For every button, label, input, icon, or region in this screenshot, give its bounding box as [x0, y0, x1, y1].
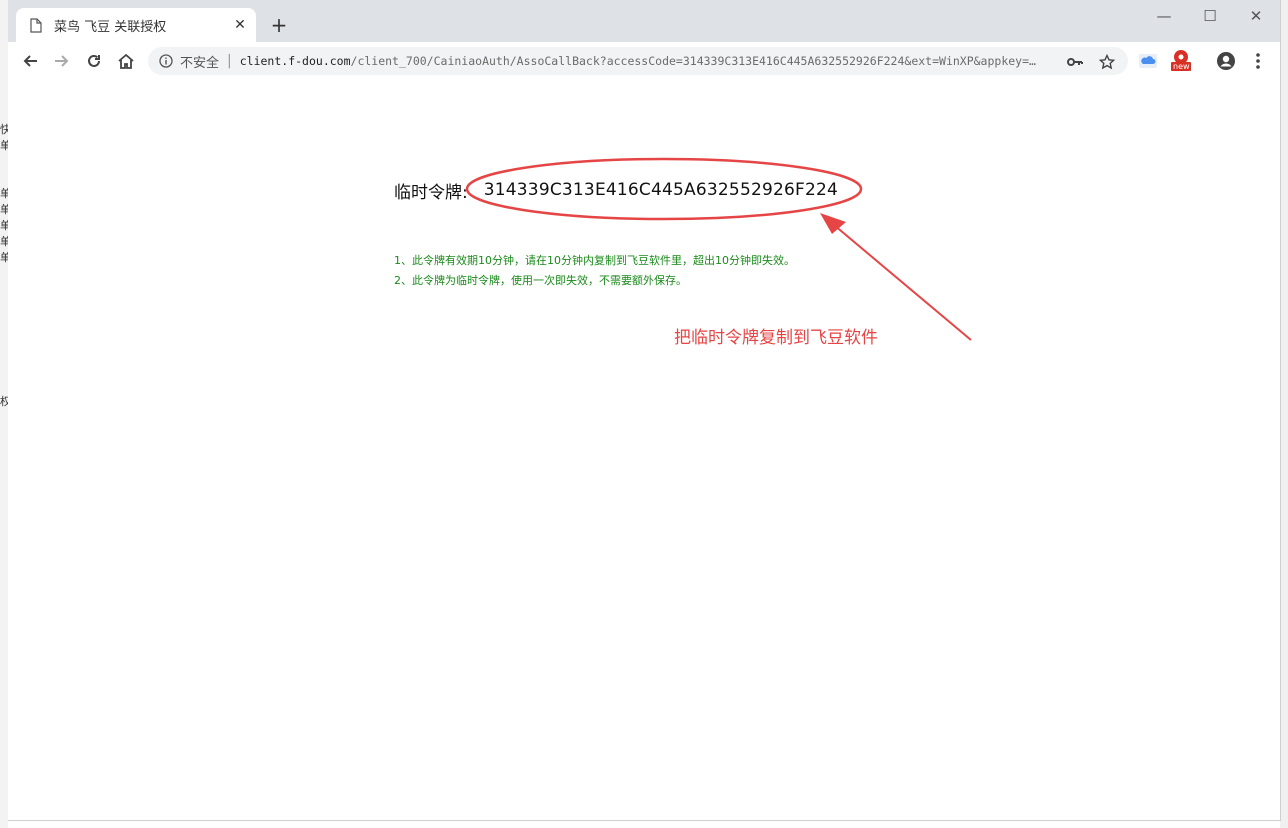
- background-window-right: [1280, 0, 1288, 828]
- close-window-button[interactable]: ✕: [1234, 4, 1278, 28]
- home-icon: [118, 53, 134, 69]
- annotation-arrow-line: [833, 224, 972, 341]
- url-path: /client_700/CainiaoAuth/AssoCallBack?acc…: [350, 54, 1036, 68]
- profile-avatar-icon[interactable]: [1214, 49, 1238, 73]
- extension-badge: new: [1173, 62, 1190, 71]
- forward-button[interactable]: [50, 49, 74, 73]
- back-icon: [23, 55, 37, 67]
- browser-window: 菜鸟 飞豆 关联授权 ✕ + — ☐ ✕ 不安全 | client.f-dou.…: [8, 0, 1281, 821]
- separator: |: [227, 53, 232, 69]
- new-tab-button[interactable]: +: [266, 12, 292, 38]
- back-button[interactable]: [18, 49, 42, 73]
- home-button[interactable]: [114, 49, 138, 73]
- menu-kebab-icon[interactable]: [1246, 49, 1270, 73]
- info-icon[interactable]: [158, 53, 174, 69]
- url-host: client.f-dou.com: [239, 54, 351, 68]
- minimize-button[interactable]: —: [1142, 4, 1186, 28]
- tab-close-icon[interactable]: ✕: [228, 17, 252, 33]
- reload-icon: [88, 54, 100, 67]
- annotation-overlay: [465, 157, 972, 341]
- tab-strip: 菜鸟 飞豆 关联授权 ✕ + — ☐ ✕: [8, 0, 1280, 42]
- bookmark-star-icon[interactable]: [1098, 53, 1116, 71]
- toolbar: 不安全 | client.f-dou.com/client_700/Cainia…: [8, 42, 1280, 81]
- cloud-extension-icon[interactable]: [1136, 49, 1160, 73]
- tab-active[interactable]: 菜鸟 飞豆 关联授权 ✕: [16, 8, 256, 42]
- background-window: 快 单 单 单 单 单 单 权: [0, 0, 11, 828]
- security-label: 不安全: [180, 55, 220, 71]
- annotation-ellipse: [465, 157, 863, 221]
- key-icon[interactable]: [1066, 53, 1084, 71]
- page-icon: [30, 17, 44, 33]
- address-bar[interactable]: 不安全 | client.f-dou.com/client_700/Cainia…: [148, 47, 1128, 75]
- page-content: 临时令牌: 314339C313E416C445A632552926F224 1…: [8, 80, 1280, 820]
- tab-title: 菜鸟 飞豆 关联授权: [54, 19, 167, 35]
- extension-new-icon[interactable]: new: [1168, 49, 1194, 73]
- reload-button[interactable]: [82, 49, 106, 73]
- maximize-button[interactable]: ☐: [1188, 4, 1232, 28]
- url-text[interactable]: client.f-dou.com/client_700/CainiaoAuth/…: [240, 54, 1070, 68]
- forward-icon: [55, 55, 69, 67]
